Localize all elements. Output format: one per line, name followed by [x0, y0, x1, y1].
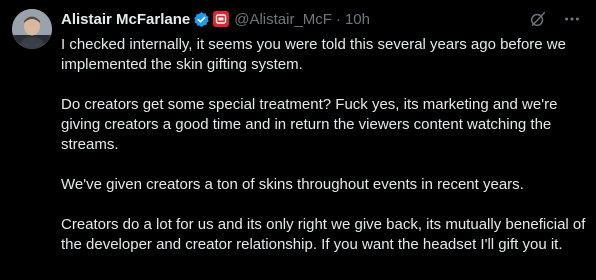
tweet-header: Alistair McFarlane @Alistair_McF · 10h	[61, 8, 370, 30]
author-handle[interactable]: @Alistair_McF	[234, 11, 332, 28]
author-display-name[interactable]: Alistair McFarlane	[61, 11, 190, 28]
more-icon[interactable]	[562, 9, 582, 29]
separator-dot: ·	[335, 10, 341, 28]
avatar[interactable]	[12, 9, 52, 49]
affiliation-badge-icon[interactable]	[213, 11, 230, 27]
tweet-actions	[528, 9, 582, 29]
timestamp[interactable]: 10h	[345, 11, 370, 28]
tweet-paragraph: Do creators get some special treatment? …	[61, 96, 558, 153]
grok-icon[interactable]	[528, 9, 548, 29]
tweet-paragraph: I checked internally, it seems you were …	[61, 36, 566, 73]
tweet-paragraph: Creators do a lot for us and its only ri…	[61, 216, 586, 253]
tweet-text: I checked internally, it seems you were …	[61, 35, 586, 275]
verified-badge-icon	[193, 11, 210, 28]
tweet-paragraph: We've given creators a ton of skins thro…	[61, 176, 524, 193]
tweet[interactable]: Alistair McFarlane @Alistair_McF · 10h I…	[0, 0, 596, 280]
